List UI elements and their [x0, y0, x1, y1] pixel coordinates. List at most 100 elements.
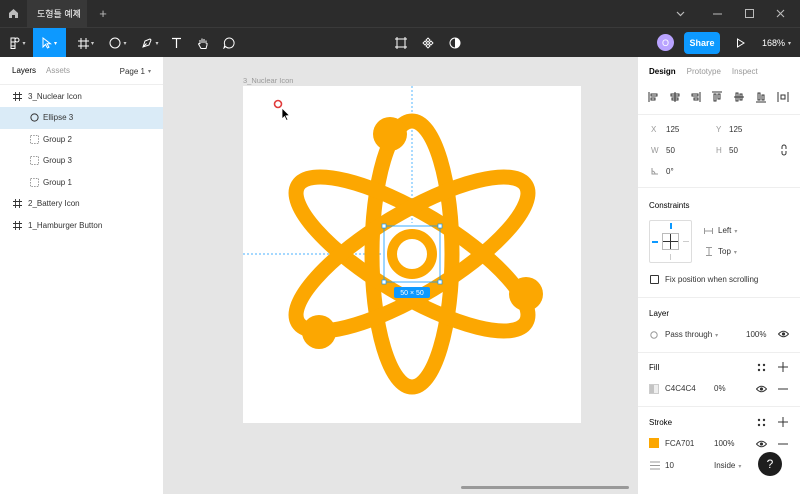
stroke-title: Stroke	[649, 418, 673, 427]
selection-handle[interactable]	[381, 223, 387, 229]
hand-tool-button[interactable]	[194, 28, 212, 58]
align-top-icon[interactable]	[712, 91, 722, 102]
tab-inspect[interactable]: Inspect	[721, 67, 758, 76]
remove-stroke-icon[interactable]	[778, 443, 788, 445]
toolbar: ▾ ▾ ▾ ▾ ▾ O Share 168% ▾	[0, 27, 800, 58]
layer-opacity-field[interactable]: 100%	[746, 330, 766, 339]
nucleus-ellipse[interactable]	[387, 229, 437, 279]
width-field[interactable]: 50	[666, 146, 675, 155]
frame-tool-button[interactable]: ▾	[72, 28, 100, 58]
selection-handle[interactable]	[437, 279, 443, 285]
canvas[interactable]: 3_Nuclear Icon 50 × 50	[165, 57, 637, 494]
create-component-button[interactable]	[419, 28, 437, 58]
home-button[interactable]	[0, 0, 27, 27]
stroke-opacity-field[interactable]: 100%	[714, 439, 734, 448]
help-button[interactable]: ?	[758, 452, 782, 476]
y-field[interactable]: 125	[729, 125, 742, 134]
comment-icon	[223, 37, 235, 49]
distribute-icon[interactable]	[777, 92, 789, 102]
blend-mode-select[interactable]: Pass through ▾	[665, 330, 718, 339]
stroke-weight-field[interactable]: 10	[665, 461, 674, 470]
figma-window: 도형틀 예제 ✕ + ▾ ▾ ▾ ▾ ▾ O Share 168% ▾ Laye…	[0, 0, 800, 494]
mask-button[interactable]	[446, 28, 464, 58]
tabs-dropdown-icon[interactable]	[668, 0, 692, 27]
component-icon	[422, 37, 434, 49]
electron-left[interactable]	[302, 315, 336, 349]
stroke-hex-field[interactable]: FCA701	[665, 439, 694, 448]
horizontal-scrollbar[interactable]	[461, 486, 629, 489]
shape-tool-button[interactable]: ▾	[104, 28, 132, 58]
present-button[interactable]	[732, 28, 748, 58]
layer-row[interactable]: Ellipse 3	[0, 107, 163, 129]
zoom-menu[interactable]: 168% ▾	[762, 28, 791, 58]
eye-icon[interactable]	[778, 330, 789, 338]
layers-panel-tabs: Layers Assets Page 1 ▾	[0, 57, 163, 85]
close-tab-icon[interactable]: ✕	[70, 0, 84, 27]
minimize-icon[interactable]	[705, 0, 729, 27]
layer-label: 1_Hamburger Button	[28, 220, 103, 230]
layer-label: Ellipse 3	[43, 113, 74, 123]
fill-title: Fill	[649, 363, 660, 372]
component-tool-button[interactable]	[392, 28, 410, 58]
eye-icon[interactable]	[756, 440, 767, 448]
constraints-widget[interactable]	[649, 220, 692, 263]
align-bottom-icon[interactable]	[756, 92, 766, 103]
electron-right[interactable]	[509, 277, 543, 311]
page-selector[interactable]: Page 1 ▾	[120, 57, 151, 85]
add-stroke-icon[interactable]	[778, 417, 788, 427]
fill-swatch[interactable]	[649, 384, 659, 394]
layer-label: Group 1	[43, 177, 72, 187]
style-grid-icon[interactable]	[757, 363, 766, 372]
align-horizontal-center-icon[interactable]	[670, 92, 680, 102]
eye-icon[interactable]	[756, 385, 767, 393]
tab-prototype[interactable]: Prototype	[676, 67, 721, 76]
layer-row[interactable]: Group 1	[0, 172, 163, 194]
tab-design[interactable]: Design	[638, 67, 676, 76]
layers-panel: Layers Assets Page 1 ▾ 3_Nuclear Icon Elli…	[0, 57, 164, 494]
vertical-constraint-select[interactable]: Top ▾	[718, 247, 737, 256]
style-grid-icon[interactable]	[757, 418, 766, 427]
align-left-icon[interactable]	[648, 92, 658, 102]
remove-fill-icon[interactable]	[778, 388, 788, 390]
h-label: H	[716, 146, 722, 155]
layer-row[interactable]: 2_Battery Icon	[0, 193, 163, 215]
rotation-field[interactable]: 0°	[666, 167, 674, 176]
align-vertical-center-icon[interactable]	[734, 92, 744, 102]
selection-handle[interactable]	[381, 279, 387, 285]
height-field[interactable]: 50	[729, 146, 738, 155]
nuclear-icon-frame[interactable]: 50 × 50	[243, 86, 581, 423]
layer-row[interactable]: Group 3	[0, 150, 163, 172]
pen-tool-button[interactable]: ▾	[136, 28, 164, 58]
new-tab-button[interactable]: +	[95, 0, 111, 27]
layer-row[interactable]: Group 2	[0, 129, 163, 151]
recording-indicator-icon	[273, 99, 283, 109]
layer-row[interactable]: 1_Hamburger Button	[0, 215, 163, 237]
user-avatar[interactable]: O	[657, 34, 674, 51]
stroke-position-select[interactable]: Inside ▾	[714, 461, 741, 470]
maximize-icon[interactable]	[737, 0, 761, 27]
horizontal-constraint-icon	[704, 228, 713, 234]
y-label: Y	[716, 125, 722, 134]
electron-top[interactable]	[373, 117, 407, 151]
align-right-icon[interactable]	[691, 92, 701, 102]
comment-tool-button[interactable]	[220, 28, 238, 58]
fill-hex-field[interactable]: C4C4C4	[665, 384, 696, 393]
tab-layers[interactable]: Layers	[0, 66, 36, 75]
fix-position-checkbox[interactable]	[650, 275, 659, 284]
tab-assets[interactable]: Assets	[36, 66, 70, 75]
horizontal-constraint-select[interactable]: Left ▾	[718, 226, 737, 235]
layer-row[interactable]: 3_Nuclear Icon	[0, 86, 163, 108]
fill-opacity-field[interactable]: 0%	[714, 384, 726, 393]
move-tool-button[interactable]: ▾	[33, 28, 66, 58]
main-menu-button[interactable]: ▾	[4, 28, 32, 58]
frame-label[interactable]: 3_Nuclear Icon	[243, 76, 293, 85]
text-tool-button[interactable]	[168, 28, 184, 58]
selection-handle[interactable]	[437, 223, 443, 229]
x-field[interactable]: 125	[666, 125, 679, 134]
stroke-swatch[interactable]	[649, 438, 659, 448]
share-button[interactable]: Share	[684, 32, 720, 54]
stroke-position-value: Inside	[714, 461, 736, 470]
add-fill-icon[interactable]	[778, 362, 788, 372]
constrain-proportions-icon[interactable]	[780, 144, 788, 156]
close-window-icon[interactable]	[768, 0, 792, 27]
